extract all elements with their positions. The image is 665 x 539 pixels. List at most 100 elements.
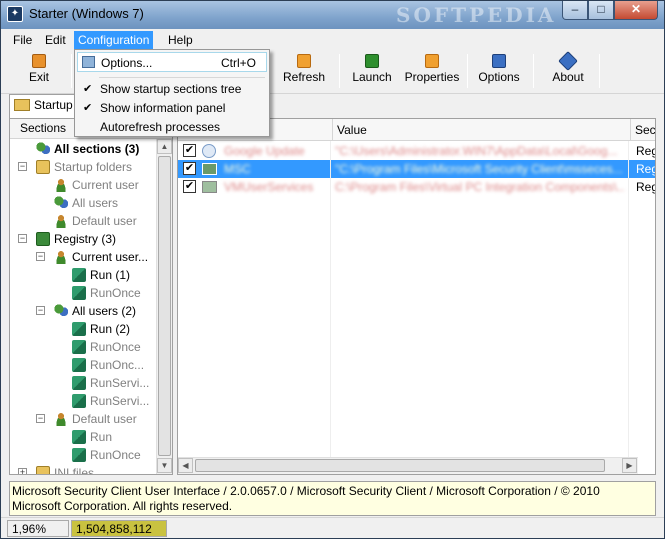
tree-item-current-user[interactable]: Current user [54, 176, 139, 194]
menu-help[interactable]: Help [164, 31, 197, 49]
program-icon [202, 163, 217, 175]
scroll-right-icon[interactable]: ▶ [622, 458, 637, 473]
expand-icon[interactable]: + [18, 468, 27, 474]
collapse-icon[interactable]: − [36, 252, 45, 261]
tree-item-runservicesonce[interactable]: RunServi... [72, 392, 149, 410]
users-icon [54, 196, 68, 210]
tree-label: RunOnce [90, 340, 141, 354]
column-value-header[interactable]: Value [332, 119, 630, 141]
info-line: Microsoft Corporation. All rights reserv… [12, 499, 233, 513]
run-icon [72, 322, 86, 336]
row-checkbox[interactable]: ✔ [183, 144, 196, 157]
table-row[interactable]: ✔ VMUserServices C:\Program Files\Virtua… [178, 178, 655, 196]
tree-item-runonce[interactable]: RunOnce [72, 284, 141, 302]
tree-item-ini-files[interactable]: INI files [36, 464, 94, 474]
table-row[interactable]: ✔ MSC "C:\Program Files\Microsoft Securi… [178, 160, 655, 178]
folder-icon [14, 99, 30, 111]
tree-scrollbar[interactable]: ▲ ▼ [156, 139, 172, 474]
scroll-thumb[interactable] [158, 156, 171, 456]
row-name: VMUserServices [224, 180, 314, 194]
row-checkbox[interactable]: ✔ [183, 162, 196, 175]
memory-usage: 1,504,858,112 [71, 520, 167, 537]
cpu-usage: 1,96% [7, 520, 69, 537]
status-bar: 1,96% 1,504,858,112 [1, 517, 664, 538]
tree-item-registry-default-user[interactable]: Default user [54, 410, 137, 428]
tree-item-runservices[interactable]: RunServi... [72, 374, 149, 392]
row-name: Google Update [224, 144, 305, 158]
refresh-button[interactable]: Refresh [277, 52, 331, 90]
tree-item-all-users[interactable]: All users [54, 194, 118, 212]
tree-item-registry-current-user[interactable]: Current user... [54, 248, 148, 266]
properties-button[interactable]: Properties [403, 52, 461, 90]
collapse-icon[interactable]: − [18, 234, 27, 243]
sections-tree[interactable]: Sections All sections (3) − Startup fold… [9, 118, 173, 475]
table-row[interactable]: ✔ Google Update "C:\Users\Administrator.… [178, 142, 655, 160]
row-value: "C:\Program Files\Microsoft Security Cli… [335, 162, 623, 176]
collapse-icon[interactable]: − [18, 162, 27, 171]
tree-label: Current user [72, 178, 139, 192]
tree-label: All users (2) [72, 304, 137, 318]
menu-item-show-info[interactable]: ✔ Show information panel [77, 98, 267, 118]
menu-configuration[interactable]: Configuration [74, 31, 154, 49]
menu-item-show-tree[interactable]: ✔ Show startup sections tree [77, 79, 267, 99]
tree-label: RunOnce [90, 286, 141, 300]
menu-edit[interactable]: Edit [41, 31, 70, 49]
entries-grid[interactable]: Value Sec ✔ Google Update "C:\Users\Admi… [177, 118, 656, 475]
tree-item-run[interactable]: Run (1) [72, 266, 130, 284]
grid-horizontal-scrollbar[interactable]: ◀ ▶ [178, 457, 638, 474]
run-icon [72, 394, 86, 408]
tab-startup[interactable]: Startup [9, 94, 79, 118]
tree-item-runonce[interactable]: RunOnce [72, 446, 141, 464]
close-button[interactable]: ✕ [614, 1, 658, 20]
run-icon [72, 286, 86, 300]
scroll-left-icon[interactable]: ◀ [178, 458, 193, 473]
tree-item-run[interactable]: Run (2) [72, 320, 130, 338]
users-icon [54, 304, 68, 318]
scroll-thumb[interactable] [195, 459, 605, 472]
row-checkbox[interactable]: ✔ [183, 180, 196, 193]
column-section-header[interactable]: Sec [630, 119, 655, 141]
about-button[interactable]: About [543, 51, 593, 90]
refresh-label: Refresh [282, 70, 326, 84]
configuration-menu: Options... Ctrl+O ✔ Show startup section… [74, 49, 270, 137]
tree-label: RunOnce [90, 448, 141, 462]
tree-label: Run [90, 430, 113, 444]
tree-item-startup-folders[interactable]: Startup folders [36, 158, 132, 176]
tree-item-all-sections[interactable]: All sections (3) [36, 140, 139, 158]
row-value: "C:\Users\Administrator.WIN7\AppData\Loc… [335, 144, 618, 158]
scroll-down-icon[interactable]: ▼ [157, 458, 172, 473]
maximize-button[interactable]: □ [588, 1, 614, 20]
column-divider [628, 141, 629, 457]
tree-item-run[interactable]: Run [72, 428, 112, 446]
title-bar[interactable]: ✦ Starter (Windows 7) SOFTPEDIA – □ ✕ [1, 1, 664, 29]
collapse-icon[interactable]: − [36, 414, 45, 423]
about-icon [558, 51, 578, 71]
menu-file[interactable]: File [9, 31, 36, 49]
app-icon: ✦ [7, 6, 23, 22]
window-title: Starter (Windows 7) [29, 6, 144, 21]
tree-item-registry[interactable]: Registry (3) [36, 230, 116, 248]
menu-item-label: Options... [101, 56, 153, 70]
menu-item-shortcut: Ctrl+O [220, 56, 256, 70]
info-line: Microsoft Security Client User Interface… [12, 484, 600, 498]
tree-label: Default user [72, 214, 137, 228]
tree-item-runonceex[interactable]: RunOnc... [72, 356, 144, 374]
folder-icon [36, 466, 50, 474]
options-icon [492, 54, 506, 68]
tree-item-registry-all-users[interactable]: All users (2) [54, 302, 136, 320]
exit-label: Exit [28, 70, 49, 84]
collapse-icon[interactable]: − [36, 306, 45, 315]
run-icon [72, 448, 86, 462]
options-button[interactable]: Options [473, 52, 525, 90]
launch-button[interactable]: Launch [346, 52, 398, 90]
options-icon [82, 56, 95, 68]
tree-item-default-user[interactable]: Default user [54, 212, 137, 230]
minimize-button[interactable]: – [562, 1, 588, 20]
exit-icon [32, 54, 46, 68]
scroll-up-icon[interactable]: ▲ [157, 139, 172, 154]
exit-button[interactable]: Exit [15, 52, 63, 90]
menu-item-autorefresh[interactable]: Autorefresh processes [77, 117, 267, 137]
row-section: Reg [636, 162, 656, 176]
menu-item-options[interactable]: Options... Ctrl+O [77, 52, 267, 72]
tree-item-runonce[interactable]: RunOnce [72, 338, 141, 356]
